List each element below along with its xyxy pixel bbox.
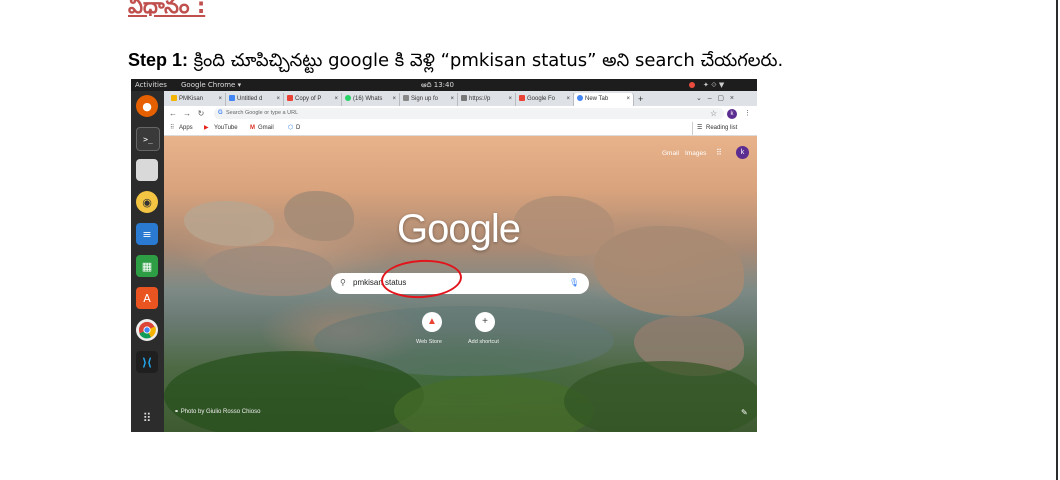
bookmarks-bar: ⠿ Apps ▶ YouTube M Gmail ⬡ D ☰ Reading l… <box>164 122 757 136</box>
bookmark-youtube[interactable]: YouTube <box>214 122 238 135</box>
background-rock <box>284 191 354 241</box>
close-icon[interactable]: × <box>626 93 630 106</box>
account-avatar[interactable]: k <box>736 146 749 159</box>
apps-grid-icon: ⠿ <box>170 125 175 131</box>
new-tab-page: Gmail Images ⠿ k Google ⚲ pmkisan status… <box>164 136 757 432</box>
link-icon: ⬡ <box>288 125 294 131</box>
shortcut-label: Web Store <box>416 339 442 345</box>
chrome-icon[interactable] <box>136 319 158 341</box>
background-bush <box>564 361 757 432</box>
background-rock <box>204 246 334 296</box>
profile-avatar[interactable]: k <box>727 109 737 119</box>
firefox-icon[interactable]: ● <box>136 95 158 117</box>
step-label: Step 1: <box>128 50 189 70</box>
tab-signup[interactable]: Sign up fo × <box>400 93 458 106</box>
tab-new-tab[interactable]: New Tab × <box>574 93 634 106</box>
background-bush <box>164 351 424 432</box>
tab-favicon-icon <box>461 95 467 101</box>
close-icon[interactable]: × <box>218 93 222 106</box>
chrome-tab-strip: PMKisan × Untitled d × Copy of P × (16) Wha… <box>164 91 757 106</box>
kebab-menu-icon[interactable]: ⋮ <box>744 108 751 120</box>
tab-favicon-icon <box>403 95 409 101</box>
step-instruction: Step 1: క్రింది చూపిచ్చినట్టు google కి … <box>128 50 783 75</box>
tab-copy[interactable]: Copy of P × <box>284 93 342 106</box>
ubuntu-dock: ● >_ ◉ ≡ ▦ A ⟩⟨ ⠿ <box>131 91 164 432</box>
section-heading: విధానం : <box>128 0 206 18</box>
address-placeholder: Search Google or type a URL <box>226 110 299 116</box>
tab-favicon-icon <box>229 95 235 101</box>
close-icon[interactable]: × <box>334 93 338 106</box>
writer-icon[interactable]: ≡ <box>136 223 158 245</box>
reading-list[interactable]: Reading list <box>706 122 737 135</box>
rhythmbox-icon[interactable]: ◉ <box>136 191 158 213</box>
tab-pmkisan[interactable]: PMKisan × <box>168 93 226 106</box>
files-icon[interactable] <box>136 159 158 181</box>
plus-icon: + <box>482 316 488 327</box>
tab-favicon-icon <box>577 95 583 101</box>
bookmark-d[interactable]: D <box>296 122 300 135</box>
bookmark-apps[interactable]: Apps <box>179 122 193 135</box>
window-controls[interactable]: ⌄ – ▢ × <box>696 93 734 105</box>
search-icon: ⚲ <box>340 278 346 287</box>
back-icon[interactable]: ← <box>168 108 178 120</box>
tab-favicon-icon <box>519 95 525 101</box>
close-icon[interactable]: × <box>450 93 454 106</box>
add-shortcut-button[interactable]: + <box>475 312 495 332</box>
app-menu[interactable]: Google Chrome ▾ <box>181 79 241 91</box>
gmail-link[interactable]: Gmail <box>662 150 679 157</box>
close-icon[interactable]: × <box>392 93 396 106</box>
tab-whatsapp[interactable]: (16) Whats × <box>342 93 400 106</box>
tab-favicon-icon <box>171 95 177 101</box>
google-apps-icon[interactable]: ⠿ <box>716 148 722 157</box>
tab-google-forms[interactable]: Google Fo × <box>516 93 574 106</box>
link-icon: ⚭ <box>174 409 181 415</box>
close-icon[interactable]: × <box>276 93 280 106</box>
activities-button[interactable]: Activities <box>135 79 167 91</box>
chrome-toolbar: ← → ↻ G Search Google or type a URL ☆ k … <box>164 106 757 122</box>
terminal-icon[interactable]: >_ <box>136 127 160 151</box>
shortcut-web-store[interactable]: ▲ <box>422 312 442 332</box>
reading-list-icon: ☰ <box>692 122 702 135</box>
tab-https[interactable]: https://p × <box>458 93 516 106</box>
reload-icon[interactable]: ↻ <box>196 108 206 120</box>
show-apps-icon[interactable]: ⠿ <box>136 407 158 429</box>
ubuntu-top-bar: Activities Google Chrome ▾ ఆది 13:40 ✦ ⟐… <box>131 79 757 91</box>
background-rock <box>184 201 274 246</box>
step-text: క్రింది చూపిచ్చినట్టు google కి వెళ్లి “… <box>188 50 784 71</box>
background-rock <box>514 196 614 256</box>
web-store-icon: ▲ <box>427 316 437 327</box>
close-icon[interactable]: × <box>508 93 512 106</box>
system-tray-icon[interactable]: ✦ ⟐ ▼ <box>703 79 724 91</box>
customize-pencil-icon[interactable]: ✎ <box>741 408 748 417</box>
bookmark-gmail[interactable]: Gmail <box>258 122 274 135</box>
photo-credit[interactable]: ⚭ Photo by Giulio Rosso Chioso <box>174 408 260 415</box>
shortcut-label: Add shortcut <box>468 339 499 345</box>
images-link[interactable]: Images <box>685 150 706 157</box>
background-rock <box>594 226 744 316</box>
tab-favicon-icon <box>287 95 293 101</box>
close-icon[interactable]: × <box>566 93 570 106</box>
clock[interactable]: ఆది 13:40 <box>421 79 454 91</box>
google-g-icon: G <box>218 110 223 116</box>
calc-icon[interactable]: ▦ <box>136 255 158 277</box>
embedded-screenshot: Activities Google Chrome ▾ ఆది 13:40 ✦ ⟐… <box>131 79 757 432</box>
new-tab-button[interactable]: + <box>636 93 650 106</box>
tab-untitled[interactable]: Untitled d × <box>226 93 284 106</box>
youtube-icon: ▶ <box>204 125 209 131</box>
address-bar[interactable]: G Search Google or type a URL <box>214 108 724 119</box>
gmail-icon: M <box>250 125 255 131</box>
forward-icon[interactable]: → <box>182 108 192 120</box>
page-edge-divider <box>1056 0 1058 480</box>
microphone-icon[interactable]: 🎙︎ <box>569 277 579 289</box>
vscode-icon[interactable]: ⟩⟨ <box>136 351 158 373</box>
recording-indicator-icon <box>689 82 695 88</box>
software-center-icon[interactable]: A <box>136 287 158 309</box>
bookmark-star-icon[interactable]: ☆ <box>710 108 717 119</box>
tab-favicon-icon <box>345 95 351 101</box>
google-logo: Google <box>397 207 521 251</box>
